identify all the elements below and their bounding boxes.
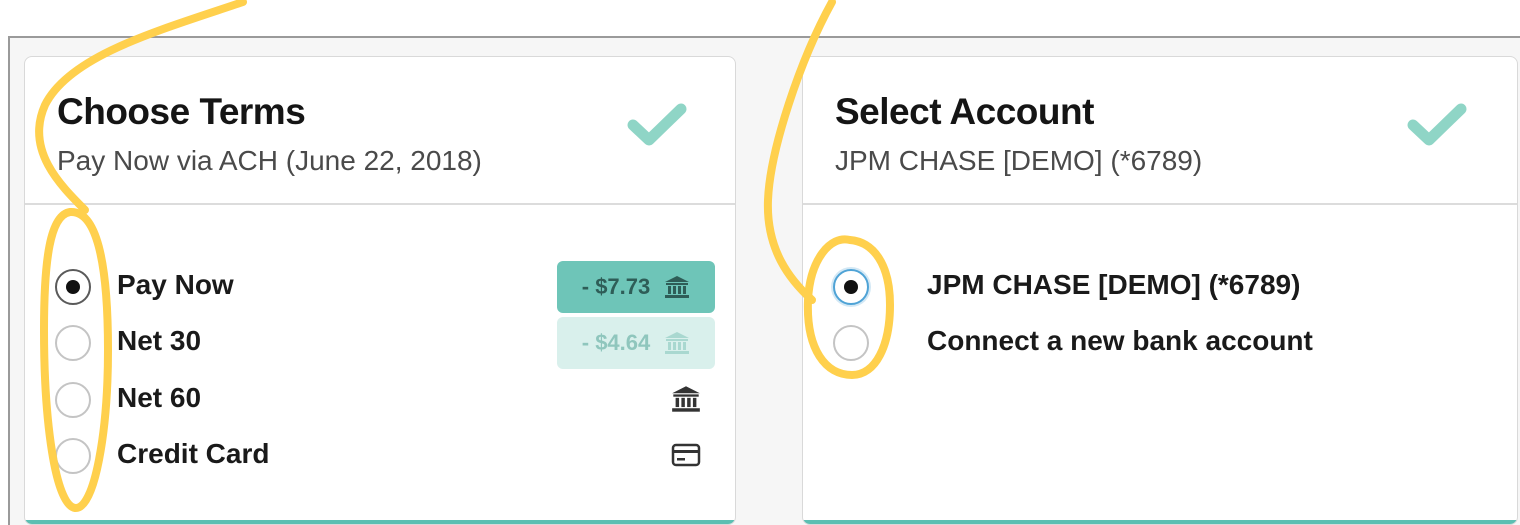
pay-now-label: Pay Now: [117, 269, 234, 300]
jpm-chase-label: JPM CHASE [DEMO] (*6789): [927, 269, 1301, 300]
pay-now-price: - $7.73: [581, 274, 651, 299]
net-30-radio[interactable]: [55, 325, 91, 361]
card-accent-bar: [803, 520, 1517, 524]
net-30-price-badge: - $4.64: [557, 317, 715, 369]
select-account-card: Select Account JPM CHASE [DEMO] (*6789) …: [802, 56, 1518, 525]
bank-icon: [665, 276, 690, 298]
jpm-chase-radio[interactable]: [833, 269, 869, 305]
terms-card-title: Choose Terms: [57, 91, 306, 132]
connect-new-label: Connect a new bank account: [927, 325, 1313, 356]
account-card-header[interactable]: Select Account JPM CHASE [DEMO] (*6789): [803, 57, 1517, 205]
account-card-title: Select Account: [835, 91, 1094, 132]
choose-terms-card: Choose Terms Pay Now via ACH (June 22, 2…: [24, 56, 736, 525]
net-30-price: - $4.64: [581, 330, 651, 355]
connect-new-radio[interactable]: [833, 325, 869, 361]
account-option-jpm-chase[interactable]: JPM CHASE [DEMO] (*6789): [833, 267, 1493, 311]
pay-now-radio[interactable]: [55, 269, 91, 305]
net-60-label: Net 60: [117, 382, 202, 413]
term-option-credit-card[interactable]: Credit Card: [55, 436, 715, 480]
bank-icon: [665, 332, 690, 354]
credit-card-radio[interactable]: [55, 438, 91, 474]
check-icon: [1407, 103, 1467, 146]
pay-now-price-badge: - $7.73: [557, 261, 715, 313]
term-option-net-60[interactable]: Net 60: [55, 380, 715, 424]
credit-card-icon: [671, 443, 701, 467]
bank-icon: [672, 386, 700, 412]
term-option-pay-now[interactable]: Pay Now - $7.73: [55, 261, 715, 313]
net-60-radio[interactable]: [55, 382, 91, 418]
account-card-subtitle: JPM CHASE [DEMO] (*6789): [835, 145, 1203, 176]
terms-card-header[interactable]: Choose Terms Pay Now via ACH (June 22, 2…: [25, 57, 735, 205]
check-icon: [627, 103, 687, 146]
terms-card-subtitle: Pay Now via ACH (June 22, 2018): [57, 145, 482, 176]
account-option-connect-new[interactable]: Connect a new bank account: [833, 323, 1493, 367]
net-30-label: Net 30: [117, 325, 202, 356]
term-option-net-30[interactable]: Net 30 - $4.64: [55, 317, 715, 369]
credit-card-label: Credit Card: [117, 438, 270, 469]
card-accent-bar: [25, 520, 735, 524]
